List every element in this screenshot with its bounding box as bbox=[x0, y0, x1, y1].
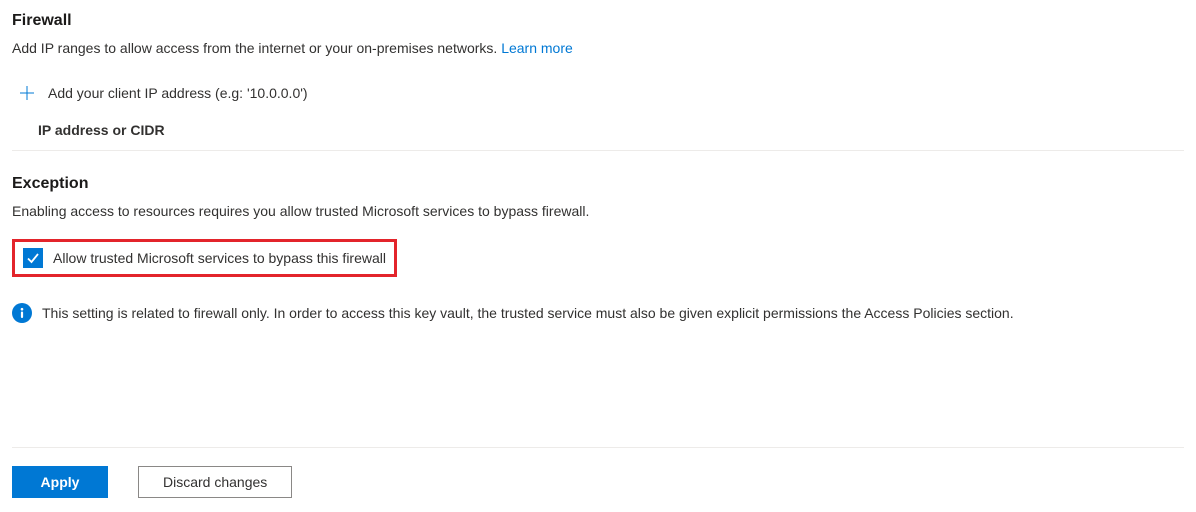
add-client-ip-label: Add your client IP address (e.g: '10.0.0… bbox=[48, 85, 308, 101]
apply-button[interactable]: Apply bbox=[12, 466, 108, 498]
exception-heading: Exception bbox=[12, 175, 1184, 193]
allow-trusted-services-checkbox[interactable]: Allow trusted Microsoft services to bypa… bbox=[12, 239, 397, 277]
checkbox-checked-icon bbox=[23, 248, 43, 268]
exception-description: Enabling access to resources requires yo… bbox=[12, 203, 1184, 219]
ip-address-column-header: IP address or CIDR bbox=[12, 110, 1184, 151]
discard-changes-button[interactable]: Discard changes bbox=[138, 466, 292, 498]
add-client-ip-button[interactable]: Add your client IP address (e.g: '10.0.0… bbox=[12, 76, 1184, 110]
learn-more-link[interactable]: Learn more bbox=[501, 40, 573, 56]
info-message-text: This setting is related to firewall only… bbox=[42, 305, 1014, 321]
allow-trusted-services-label: Allow trusted Microsoft services to bypa… bbox=[53, 250, 386, 266]
info-message: This setting is related to firewall only… bbox=[12, 303, 1184, 323]
plus-icon bbox=[18, 84, 36, 102]
footer-actions: Apply Discard changes bbox=[12, 447, 1184, 498]
firewall-heading: Firewall bbox=[12, 12, 1184, 30]
info-icon bbox=[12, 303, 32, 323]
firewall-description-text: Add IP ranges to allow access from the i… bbox=[12, 40, 501, 56]
firewall-description: Add IP ranges to allow access from the i… bbox=[12, 40, 1184, 56]
